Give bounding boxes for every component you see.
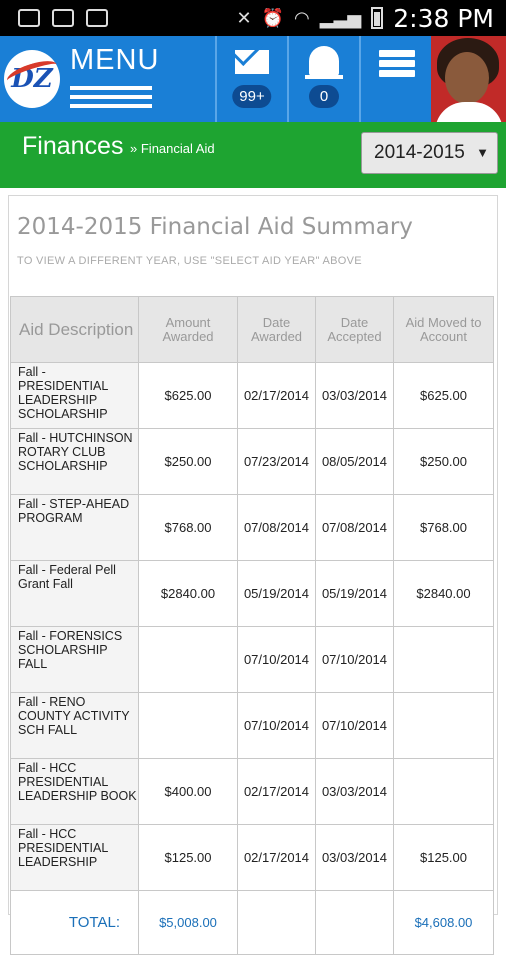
breadcrumb-current: Financial Aid [140, 141, 215, 156]
total-blank [237, 890, 316, 955]
hamburger-icon [70, 86, 152, 113]
date-awarded: 07/08/2014 [237, 494, 316, 561]
date-accepted: 05/19/2014 [315, 560, 394, 627]
amount-awarded: $2840.00 [138, 560, 238, 627]
table-row: Fall - FORENSICS SCHOLARSHIP FALL 07/10/… [10, 626, 494, 693]
mute-icon: ✕ [236, 7, 252, 28]
aid-moved: $125.00 [393, 824, 494, 891]
date-accepted: 07/08/2014 [315, 494, 394, 561]
server-stack-icon [379, 50, 415, 80]
date-accepted: 08/05/2014 [315, 428, 394, 495]
clock: 2:38 PM [393, 3, 494, 33]
gmail-icon [86, 9, 108, 27]
message-icon [52, 9, 74, 27]
section-bar: Finances » Financial Aid 2014-2015 ▼ [0, 122, 506, 188]
battery-icon [371, 7, 384, 29]
aid-moved: $250.00 [393, 428, 494, 495]
col-header-description: Aid Description [10, 296, 139, 363]
aid-year-select[interactable]: 2014-2015 ▼ [361, 132, 498, 174]
wifi-icon: ◠ [294, 7, 310, 28]
table-row: Fall - HCC PRESIDENTIAL LEADERSHIP $125.… [10, 824, 494, 891]
amount-awarded: $250.00 [138, 428, 238, 495]
amount-awarded: $125.00 [138, 824, 238, 891]
aid-description: Fall - HCC PRESIDENTIAL LEADERSHIP BOOK [10, 758, 139, 825]
breadcrumb-separator: » [130, 141, 138, 156]
signal-icon: ▂▃▅ [319, 7, 362, 28]
total-aid-moved: $4,608.00 [393, 890, 494, 955]
notifications-button[interactable]: 0 [287, 36, 359, 122]
logo-text: DZ [11, 64, 53, 94]
aid-moved [393, 626, 494, 693]
menu-button[interactable]: MENU [66, 44, 216, 116]
amount-awarded [138, 692, 238, 759]
date-awarded: 05/19/2014 [237, 560, 316, 627]
total-row: TOTAL: $5,008.00 $4,608.00 [10, 890, 494, 955]
aid-table: Aid Description Amount Awarded Date Awar… [10, 296, 494, 955]
aid-description: Fall - Federal Pell Grant Fall [10, 560, 139, 627]
date-accepted: 03/03/2014 [315, 824, 394, 891]
table-row: Fall - RENO COUNTY ACTIVITY SCH FALL 07/… [10, 692, 494, 759]
aid-year-value: 2014-2015 [374, 142, 465, 163]
date-awarded: 02/17/2014 [237, 824, 316, 891]
app-header: DZ MENU 99+ 0 [0, 36, 506, 122]
date-accepted: 07/10/2014 [315, 626, 394, 693]
date-accepted: 07/10/2014 [315, 692, 394, 759]
aid-description: Fall - STEP-AHEAD PROGRAM [10, 494, 139, 561]
aid-description: Fall - PRESIDENTIAL LEADERSHIP SCHOLARSH… [10, 362, 139, 429]
summary-title: 2014-2015 Financial Aid Summary [17, 214, 413, 240]
aid-summary-card: 2014-2015 Financial Aid Summary TO VIEW … [8, 195, 498, 955]
amount-awarded: $625.00 [138, 362, 238, 429]
aid-description: Fall - RENO COUNTY ACTIVITY SCH FALL [10, 692, 139, 759]
alarm-icon: ⏰ [261, 7, 285, 28]
aid-moved: $768.00 [393, 494, 494, 561]
date-awarded: 02/17/2014 [237, 362, 316, 429]
table-header-row: Aid Description Amount Awarded Date Awar… [10, 296, 494, 363]
page-title: Finances [22, 132, 124, 160]
col-header-amount: Amount Awarded [138, 296, 238, 363]
date-awarded: 07/23/2014 [237, 428, 316, 495]
table-row: Fall - PRESIDENTIAL LEADERSHIP SCHOLARSH… [10, 362, 494, 429]
aid-moved [393, 758, 494, 825]
menu-label: MENU [70, 44, 160, 76]
col-header-date-awarded: Date Awarded [237, 296, 316, 363]
date-awarded: 07/10/2014 [237, 692, 316, 759]
col-header-aid-moved: Aid Moved to Account [393, 296, 494, 363]
notifications-badge: 0 [309, 85, 339, 108]
table-row: Fall - HCC PRESIDENTIAL LEADERSHIP BOOK … [10, 758, 494, 825]
date-awarded: 07/10/2014 [237, 626, 316, 693]
date-accepted: 03/03/2014 [315, 362, 394, 429]
amount-awarded: $400.00 [138, 758, 238, 825]
date-accepted: 03/03/2014 [315, 758, 394, 825]
amount-awarded: $768.00 [138, 494, 238, 561]
summary-note: TO VIEW A DIFFERENT YEAR, USE "SELECT AI… [17, 255, 362, 267]
status-bar: ✕ ⏰ ◠ ▂▃▅ 2:38 PM [0, 0, 506, 36]
messages-badge: 99+ [232, 85, 272, 108]
col-header-date-accepted: Date Accepted [315, 296, 394, 363]
mail-icon [235, 50, 269, 74]
dropdown-arrow-icon: ▼ [476, 145, 489, 160]
app-logo[interactable]: DZ [4, 50, 60, 108]
total-amount-awarded: $5,008.00 [138, 890, 238, 955]
aid-moved [393, 692, 494, 759]
messages-button[interactable]: 99+ [215, 36, 287, 122]
apps-button[interactable] [359, 36, 433, 122]
table-row: Fall - STEP-AHEAD PROGRAM $768.00 07/08/… [10, 494, 494, 561]
date-awarded: 02/17/2014 [237, 758, 316, 825]
aid-description: Fall - HUTCHINSON ROTARY CLUB SCHOLARSHI… [10, 428, 139, 495]
amount-awarded [138, 626, 238, 693]
aid-moved: $625.00 [393, 362, 494, 429]
table-row: Fall - Federal Pell Grant Fall $2840.00 … [10, 560, 494, 627]
bell-icon [305, 46, 343, 79]
avatar[interactable] [431, 36, 506, 122]
aid-description: Fall - FORENSICS SCHOLARSHIP FALL [10, 626, 139, 693]
aid-moved: $2840.00 [393, 560, 494, 627]
table-row: Fall - HUTCHINSON ROTARY CLUB SCHOLARSHI… [10, 428, 494, 495]
aid-description: Fall - HCC PRESIDENTIAL LEADERSHIP [10, 824, 139, 891]
total-label: TOTAL: [10, 890, 139, 955]
breadcrumb: » Financial Aid [130, 141, 215, 156]
gallery-icon [18, 9, 40, 27]
total-blank [315, 890, 394, 955]
